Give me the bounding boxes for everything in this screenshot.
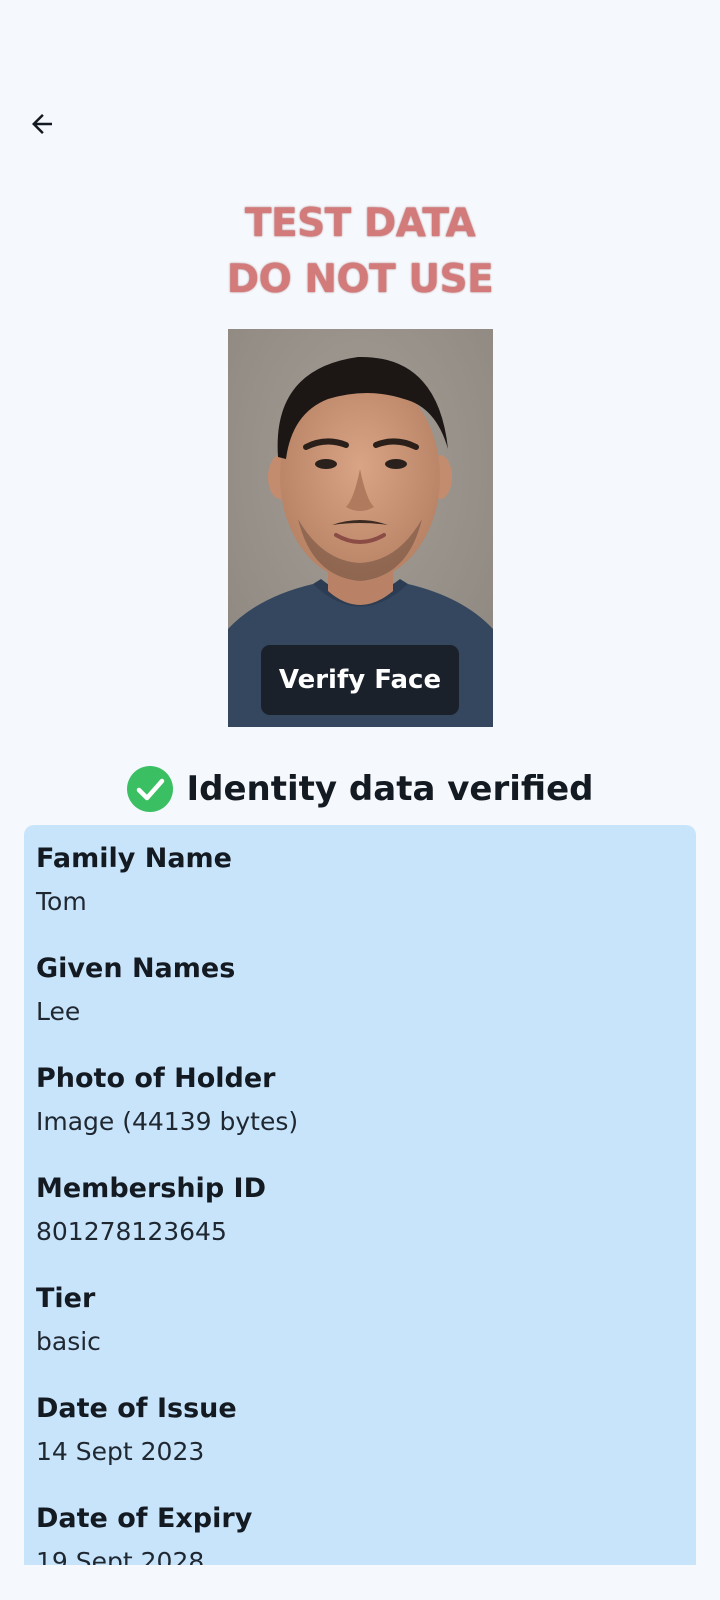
status-text: Identity data verified [186,769,594,809]
field-value: 801278123645 [36,1217,227,1246]
field-label: Photo of Holder [36,1063,276,1094]
field-label: Date of Expiry [36,1503,253,1534]
identity-details-card: Family Name Tom Given Names Lee Photo of… [24,825,696,1565]
field-date-of-expiry: Date of Expiry 19 Sept 2028 [36,1501,676,1565]
field-value: Lee [36,997,81,1026]
field-membership-id: Membership ID 801278123645 [36,1171,676,1250]
watermark-line-2: DO NOT USE [226,257,494,302]
verification-status: Identity data verified [0,764,720,814]
field-given-names: Given Names Lee [36,951,676,1030]
field-value: Image (44139 bytes) [36,1107,299,1136]
field-label: Membership ID [36,1173,267,1204]
verify-face-button[interactable]: Verify Face [261,645,459,715]
field-value: Tom [36,887,87,916]
field-photo-of-holder: Photo of Holder Image (44139 bytes) [36,1061,676,1140]
field-label: Given Names [36,953,236,984]
field-value: 19 Sept 2028 [36,1547,205,1565]
field-value: basic [36,1327,101,1356]
field-family-name: Family Name Tom [36,841,676,920]
test-data-watermark: TEST DATA DO NOT USE [0,196,720,308]
check-circle-icon [126,766,173,812]
field-date-of-issue: Date of Issue 14 Sept 2023 [36,1391,676,1470]
arrow-left-icon [32,114,52,134]
field-label: Family Name [36,843,232,874]
field-label: Tier [36,1283,96,1314]
field-label: Date of Issue [36,1393,237,1424]
holder-portrait: Verify Face [228,329,493,727]
watermark-line-1: TEST DATA [244,201,476,246]
credential-detail-screen: TEST DATA DO NOT USE Verify Face Identit… [0,0,720,1600]
field-value: 14 Sept 2023 [36,1437,205,1466]
back-button[interactable] [22,104,62,144]
field-tier: Tier basic [36,1281,676,1360]
